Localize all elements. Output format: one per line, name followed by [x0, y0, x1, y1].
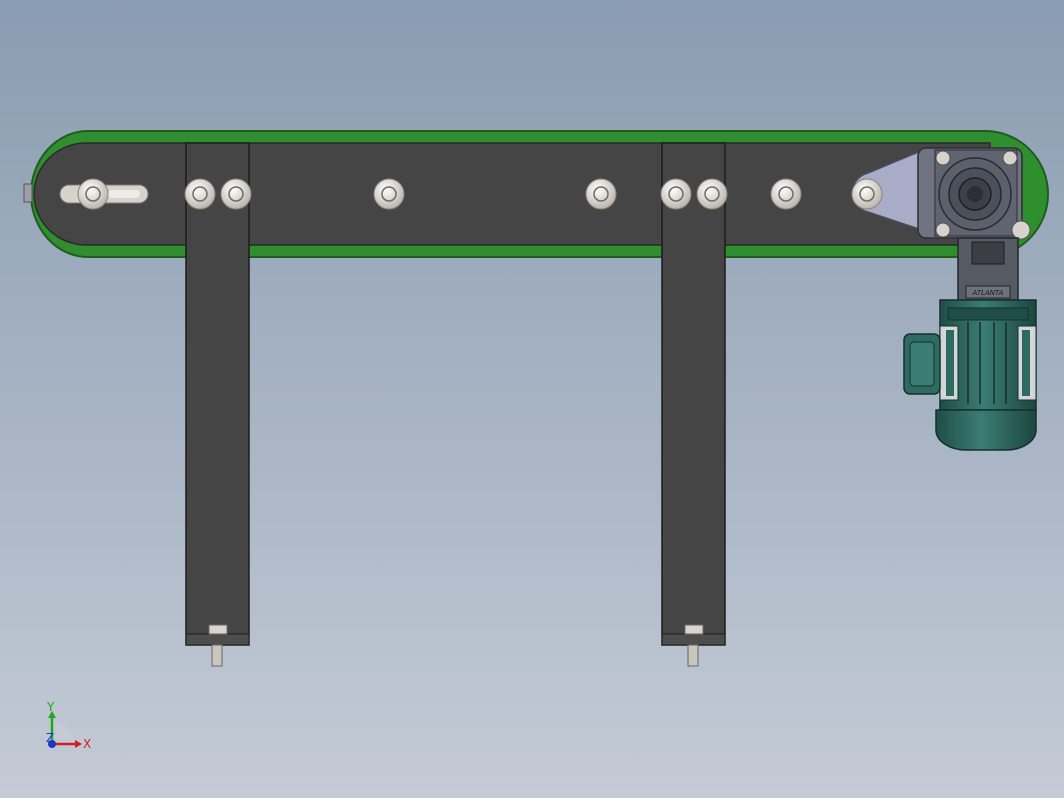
end-cap — [23, 183, 33, 203]
bolt — [660, 178, 692, 210]
bolt — [770, 178, 802, 210]
cad-viewport[interactable]: ATLANTA X Y Z — [0, 0, 1064, 798]
conveyor-drawing: ATLANTA X Y Z — [23, 130, 1049, 751]
bolt — [373, 178, 405, 210]
motor-brand-label: ATLANTA — [972, 289, 1004, 297]
bolt — [585, 178, 617, 210]
bolt — [77, 178, 109, 210]
support-leg-left — [185, 142, 250, 667]
electric-motor — [903, 299, 1037, 451]
bolt — [696, 178, 728, 210]
gearbox — [917, 147, 1031, 240]
y-axis-label: Y — [46, 700, 55, 714]
z-axis-label: Z — [46, 731, 54, 745]
bolt — [184, 178, 216, 210]
coordinate-triad: X Y Z — [46, 700, 91, 751]
x-axis-label: X — [83, 737, 91, 751]
motor-adapter: ATLANTA — [957, 237, 1019, 301]
conveyor-frame-rail — [33, 142, 991, 246]
bolt — [220, 178, 252, 210]
support-leg-right — [661, 142, 726, 667]
